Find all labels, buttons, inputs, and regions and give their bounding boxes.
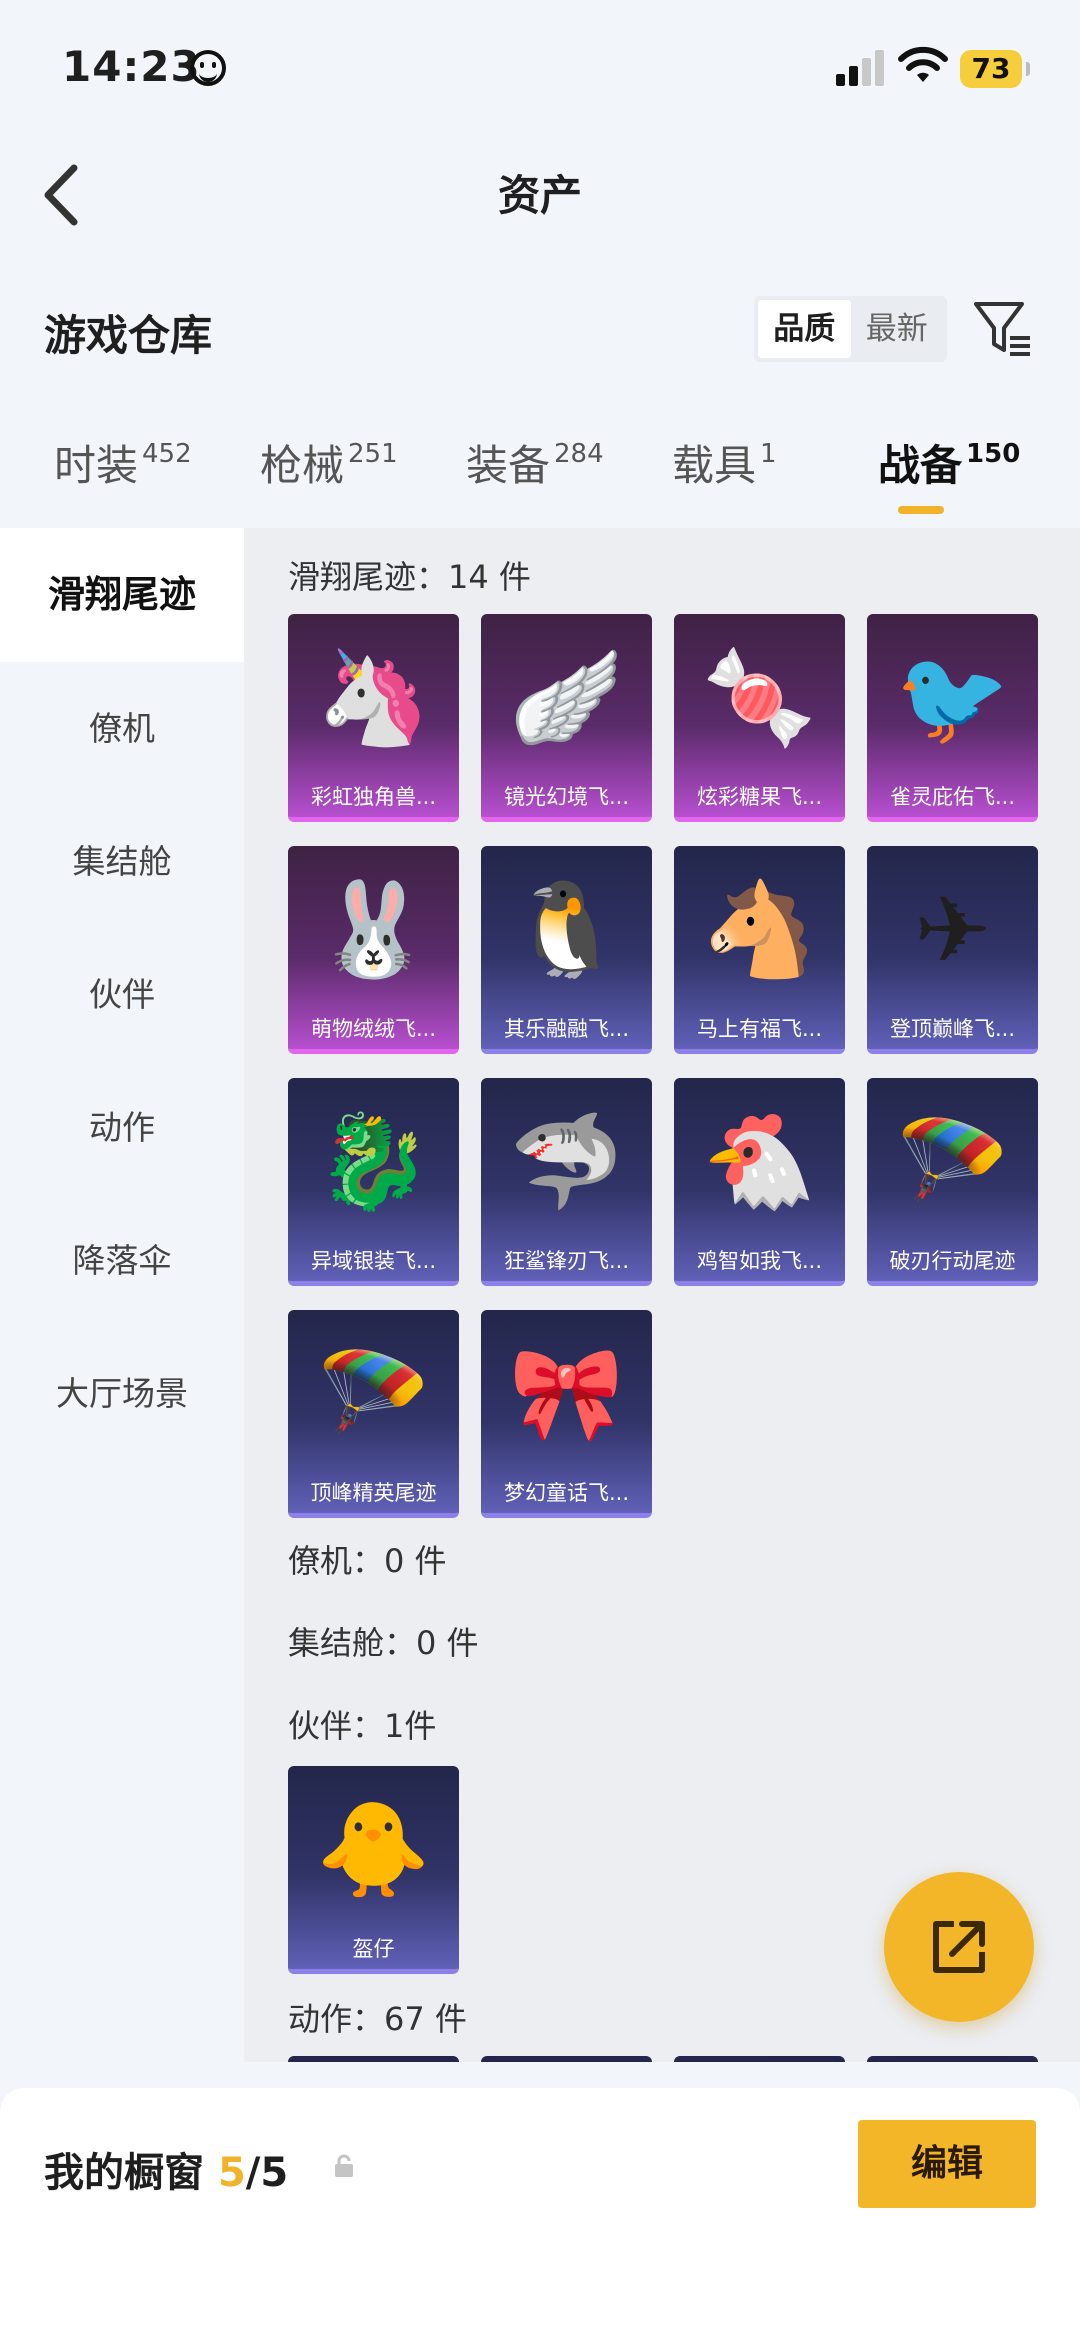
item-card[interactable]: 🐥 盔仔 xyxy=(288,1766,459,1974)
sidebar-item-pod[interactable]: 集结舱 xyxy=(0,795,244,929)
item-card[interactable]: 🍬 炫彩糖果飞... xyxy=(674,614,845,822)
item-name: 登顶巅峰飞... xyxy=(889,1017,1016,1041)
signal-icon xyxy=(836,48,886,86)
sidebar: 滑翔尾迹 僚机 集结舱 伙伴 动作 降落伞 大厅场景 xyxy=(0,528,244,2060)
item-name: 破刃行动尾迹 xyxy=(889,1249,1016,1273)
tab-firearms[interactable]: 枪械 251 xyxy=(260,432,398,493)
item-card-partial[interactable] xyxy=(288,2056,459,2062)
chicken-icon: 🐔 xyxy=(702,1108,817,1215)
item-name: 萌物绒绒飞... xyxy=(310,1017,437,1041)
item-card[interactable]: 🪂 破刃行动尾迹 xyxy=(867,1078,1038,1286)
status-time: 14:23 xyxy=(62,42,201,91)
smoke-trail-icon: 🪂 xyxy=(316,1340,431,1447)
horse-icon: 🐴 xyxy=(702,876,817,983)
item-card[interactable]: 🐔 鸡智如我飞... xyxy=(674,1078,845,1286)
sort-newest-option[interactable]: 最新 xyxy=(851,300,944,358)
battery-icon: 73 xyxy=(960,50,1030,88)
tab-readiness[interactable]: 战备 150 xyxy=(878,432,1020,493)
warehouse-title: 游戏仓库 xyxy=(44,311,213,360)
item-card[interactable]: 🎀 梦幻童话飞... xyxy=(481,1310,652,1518)
bunny-icon: 🐰 xyxy=(316,876,431,983)
sidebar-item-partner[interactable]: 伙伴 xyxy=(0,928,244,1062)
item-card[interactable]: 🐉 异域银装飞... xyxy=(288,1078,459,1286)
helmet-chick-icon: 🐥 xyxy=(316,1796,431,1903)
item-card[interactable]: 🐴 马上有福飞... xyxy=(674,846,845,1054)
pod-heading: 集结舱：0 件 xyxy=(288,1624,479,1662)
candy-icon: 🍬 xyxy=(702,644,817,751)
golden-bird-icon: 🐦 xyxy=(895,644,1010,751)
item-card-partial[interactable] xyxy=(481,2056,652,2062)
showcase-bar: 我的橱窗 5/5 编辑 xyxy=(0,2088,1080,2337)
sidebar-item-emote[interactable]: 动作 xyxy=(0,1061,244,1195)
item-name: 顶峰精英尾迹 xyxy=(310,1481,437,1505)
glide-trail-heading: 滑翔尾迹：14 件 xyxy=(288,558,531,596)
penguin-icon: 🐧 xyxy=(509,876,624,983)
tab-fashion[interactable]: 时装 452 xyxy=(54,432,192,493)
item-card-partial[interactable] xyxy=(867,2056,1038,2062)
item-card[interactable]: ✈ 登顶巅峰飞... xyxy=(867,846,1038,1054)
wingman-heading: 僚机：0 件 xyxy=(288,1542,447,1580)
item-name: 盔仔 xyxy=(352,1937,395,1961)
tab-vehicles[interactable]: 载具 1 xyxy=(672,432,777,493)
sidebar-item-wingman[interactable]: 僚机 xyxy=(0,662,244,796)
item-name: 狂鲨锋刃飞... xyxy=(503,1249,630,1273)
sort-toggle: 品质 最新 xyxy=(754,296,947,362)
item-list[interactable]: 滑翔尾迹：14 件 🦄 彩虹独角兽... 🪽 镜光幻境飞... 🍬 炫彩糖果飞... 🐦 雀灵… xyxy=(244,528,1080,2062)
jet-icon: ✈ xyxy=(913,876,992,984)
item-card[interactable]: 🐧 其乐融融飞... xyxy=(481,846,652,1054)
item-name: 雀灵庇佑飞... xyxy=(889,785,1016,809)
lock-icon xyxy=(335,2154,353,2177)
page-title: 资产 xyxy=(497,171,582,220)
item-card[interactable]: 🪽 镜光幻境飞... xyxy=(481,614,652,822)
wifi-icon xyxy=(898,46,948,82)
smoke-trail-icon: 🪂 xyxy=(895,1108,1010,1215)
item-card[interactable]: 🦄 彩虹独角兽... xyxy=(288,614,459,822)
item-name: 异域银装飞... xyxy=(310,1249,437,1273)
item-card-partial[interactable] xyxy=(674,2056,845,2062)
filter-icon[interactable] xyxy=(972,298,1034,360)
item-name: 其乐融融飞... xyxy=(503,1017,630,1041)
share-button[interactable] xyxy=(884,1872,1034,2022)
partner-heading: 伙伴：1件 xyxy=(288,1707,437,1745)
item-card[interactable]: 🦈 狂鲨锋刃飞... xyxy=(481,1078,652,1286)
sidebar-item-lobby-scene[interactable]: 大厅场景 xyxy=(0,1327,244,1461)
fairy-bed-icon: 🎀 xyxy=(509,1340,624,1447)
item-name: 炫彩糖果飞... xyxy=(696,785,823,809)
status-bar: 14:23 73 xyxy=(0,0,1080,130)
crystal-wing-icon: 🪽 xyxy=(509,644,624,751)
active-tab-indicator xyxy=(898,506,944,514)
sidebar-item-glide-trail[interactable]: 滑翔尾迹 xyxy=(0,528,244,662)
showcase-used-count: 5 xyxy=(217,2150,246,2196)
item-name: 鸡智如我飞... xyxy=(696,1249,823,1273)
tab-equipment[interactable]: 装备 284 xyxy=(466,432,604,493)
showcase-total-count: /5 xyxy=(245,2150,289,2196)
emote-heading: 动作：67 件 xyxy=(288,2000,467,2038)
item-name: 镜光幻境飞... xyxy=(503,785,630,809)
share-icon xyxy=(933,1921,985,1973)
unicorn-mirror-icon: 🦄 xyxy=(316,644,431,751)
showcase-label: 我的橱窗 5/5 xyxy=(44,2150,289,2196)
item-card[interactable]: 🪂 顶峰精英尾迹 xyxy=(288,1310,459,1518)
sidebar-item-parachute[interactable]: 降落伞 xyxy=(0,1194,244,1328)
item-name: 梦幻童话飞... xyxy=(503,1481,630,1505)
dragon-wing-icon: 🐉 xyxy=(316,1108,431,1215)
item-name: 彩虹独角兽... xyxy=(310,785,437,809)
edit-button[interactable]: 编辑 xyxy=(858,2120,1036,2208)
item-card[interactable]: 🐦 雀灵庇佑飞... xyxy=(867,614,1038,822)
item-card[interactable]: 🐰 萌物绒绒飞... xyxy=(288,846,459,1054)
sort-quality-option[interactable]: 品质 xyxy=(758,300,851,358)
smiley-icon xyxy=(190,50,226,86)
shark-icon: 🦈 xyxy=(509,1108,624,1215)
item-name: 马上有福飞... xyxy=(696,1017,823,1041)
